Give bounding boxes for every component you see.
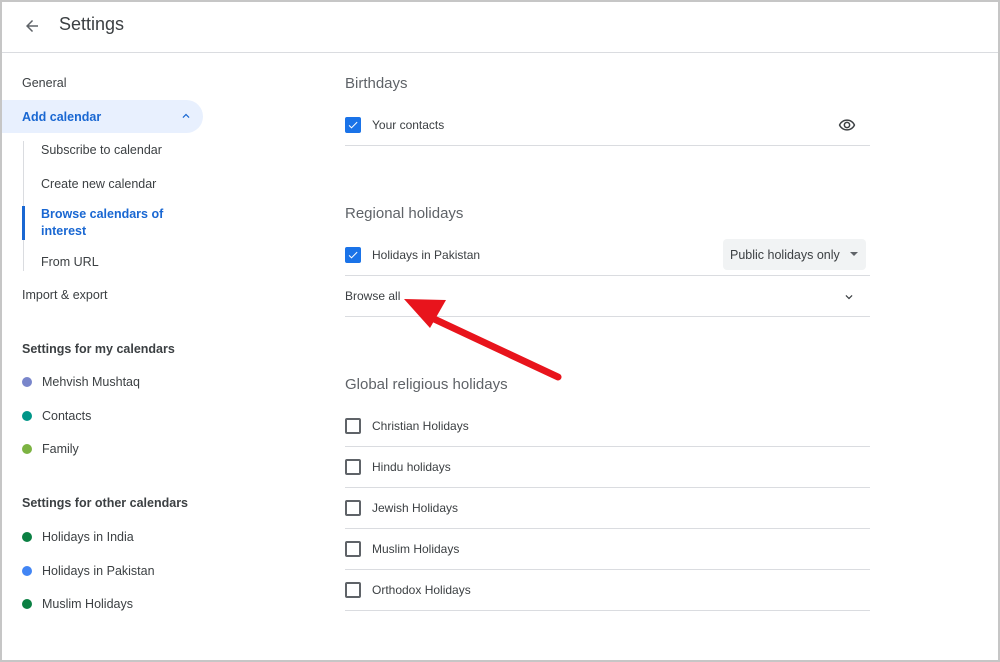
checkbox[interactable] xyxy=(345,582,361,598)
color-dot xyxy=(22,599,32,609)
checkbox[interactable] xyxy=(345,459,361,475)
top-bar: Settings xyxy=(0,0,1000,53)
nav-from-url[interactable]: From URL xyxy=(41,255,99,269)
check-icon xyxy=(348,251,358,259)
nav-import-export[interactable]: Import & export xyxy=(22,288,107,302)
nav-general[interactable]: General xyxy=(22,76,66,90)
browse-all-label: Browse all xyxy=(345,289,401,303)
dropdown-value: Public holidays only xyxy=(730,247,840,262)
regional-holidays-heading: Regional holidays xyxy=(345,205,464,222)
checkbox[interactable] xyxy=(345,247,361,263)
dropdown-arrow-icon xyxy=(850,252,858,256)
expand-button[interactable] xyxy=(842,290,856,309)
calendar-item[interactable]: Muslim Holidays xyxy=(22,597,133,611)
checkbox[interactable] xyxy=(345,541,361,557)
color-dot xyxy=(22,444,32,454)
check-icon xyxy=(348,121,358,129)
subnav-active-indicator xyxy=(22,206,25,240)
calendar-item[interactable]: Holidays in India xyxy=(22,530,134,544)
color-dot xyxy=(22,411,32,421)
calendar-item[interactable]: Contacts xyxy=(22,409,91,423)
calendar-item-label: Family xyxy=(42,442,79,456)
list-item: Christian Holidays xyxy=(345,406,870,447)
nav-add-calendar[interactable]: Add calendar xyxy=(0,100,203,133)
nav-add-calendar-label: Add calendar xyxy=(22,109,102,124)
list-item: Holidays in Pakistan Public holidays onl… xyxy=(345,235,870,276)
nav-browse-calendars-of-interest[interactable]: Browse calendars of interest xyxy=(41,206,181,240)
nav-create-new-calendar[interactable]: Create new calendar xyxy=(41,177,156,191)
visibility-toggle[interactable] xyxy=(838,116,856,139)
list-item: Jewish Holidays xyxy=(345,488,870,529)
holiday-type-dropdown[interactable]: Public holidays only xyxy=(723,239,866,270)
list-item-label: Your contacts xyxy=(372,118,445,132)
list-item-label: Muslim Holidays xyxy=(372,542,460,556)
list-item: Hindu holidays xyxy=(345,447,870,488)
calendar-item-label: Muslim Holidays xyxy=(42,597,133,611)
list-item-label: Holidays in Pakistan xyxy=(372,248,481,262)
checkbox[interactable] xyxy=(345,117,361,133)
calendar-item-label: Holidays in India xyxy=(42,530,134,544)
list-item: Muslim Holidays xyxy=(345,529,870,570)
list-item-label: Hindu holidays xyxy=(372,460,451,474)
arrow-back-icon xyxy=(26,20,38,32)
page-title: Settings xyxy=(59,14,125,34)
calendar-item[interactable]: Mehvish Mushtaq xyxy=(22,375,140,389)
chevron-up-icon xyxy=(182,113,190,118)
nav-subscribe-to-calendar[interactable]: Subscribe to calendar xyxy=(41,143,162,157)
calendar-item-label: Contacts xyxy=(42,409,92,423)
color-dot xyxy=(22,532,32,542)
list-item: Orthodox Holidays xyxy=(345,570,870,611)
checkbox[interactable] xyxy=(345,500,361,516)
list-item-label: Orthodox Holidays xyxy=(372,583,471,597)
annotation-arrow-icon xyxy=(404,299,562,381)
list-item-label: Jewish Holidays xyxy=(372,501,459,515)
color-dot xyxy=(22,566,32,576)
birthdays-heading: Birthdays xyxy=(345,75,408,92)
eye-icon xyxy=(838,119,856,131)
calendar-item-label: Holidays in Pakistan xyxy=(42,564,155,578)
calendar-item-label: Mehvish Mushtaq xyxy=(42,375,140,389)
calendar-item[interactable]: Holidays in Pakistan xyxy=(22,564,155,578)
chevron-down-icon xyxy=(845,295,853,300)
color-dot xyxy=(22,377,32,387)
back-button[interactable] xyxy=(14,8,50,44)
list-item: Your contacts xyxy=(345,105,870,146)
my-calendars-heading: Settings for my calendars xyxy=(22,342,175,356)
checkbox[interactable] xyxy=(345,418,361,434)
calendar-item[interactable]: Family xyxy=(22,442,79,456)
list-item-label: Christian Holidays xyxy=(372,419,469,433)
other-calendars-heading: Settings for other calendars xyxy=(22,496,189,510)
